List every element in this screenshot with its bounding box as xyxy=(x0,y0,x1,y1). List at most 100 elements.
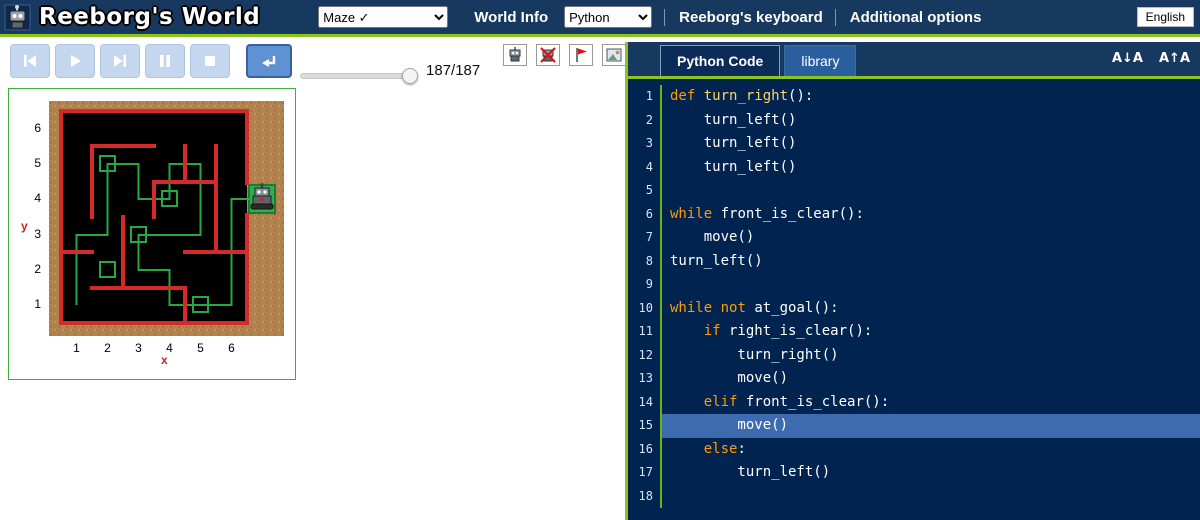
code-line: 13 move() xyxy=(628,367,1200,391)
line-number: 10 xyxy=(638,300,653,315)
code-line: 6 while front_is_clear(): xyxy=(628,202,1200,226)
robot-button[interactable] xyxy=(503,44,527,66)
line-number: 12 xyxy=(638,347,653,362)
code-text: turn_left() xyxy=(660,249,1200,273)
line-number: 9 xyxy=(645,277,653,291)
x-axis-tick: 1 xyxy=(73,341,80,355)
code-line: 12 turn_right() xyxy=(628,343,1200,367)
robot-removed-icon xyxy=(540,47,556,63)
programming-language-select[interactable]: Python xyxy=(564,6,653,28)
header: Reeborg's World Maze ✓ World Info Python… xyxy=(0,0,1200,37)
line-number: 11 xyxy=(638,324,653,338)
flag-button[interactable] xyxy=(569,44,593,66)
reeborg-keyboard-button[interactable]: Reeborg's keyboard xyxy=(664,8,823,26)
code-text: move() xyxy=(660,226,1200,250)
line-number: 4 xyxy=(645,159,653,174)
y-axis-tick: 6 xyxy=(34,120,41,135)
app-title: Reeborg's World xyxy=(39,4,261,30)
line-number: 1 xyxy=(645,89,653,103)
enter-arrow-icon xyxy=(262,56,276,67)
line-number: 18 xyxy=(638,488,653,503)
world-select[interactable]: Maze ✓ xyxy=(318,6,449,28)
world-view-panel: 654321 123456 y x xyxy=(8,88,296,380)
red-flag-icon xyxy=(576,48,587,62)
slider-track[interactable] xyxy=(300,73,418,79)
reeborg-app: Reeborg's World Maze ✓ World Info Python… xyxy=(0,0,1200,520)
y-axis-tick: 1 xyxy=(34,297,41,312)
line-number: 6 xyxy=(645,206,653,221)
stop-button[interactable] xyxy=(190,44,230,78)
line-number: 3 xyxy=(645,136,653,150)
line-number: 7 xyxy=(645,230,653,244)
code-text: turn_left() xyxy=(660,461,1200,485)
line-number: 14 xyxy=(638,394,653,409)
step-enter-button[interactable] xyxy=(246,44,292,78)
code-text: while front_is_clear(): xyxy=(660,202,1200,226)
code-line: 3 turn_left() xyxy=(628,132,1200,156)
code-text: while not at_goal(): xyxy=(660,296,1200,320)
code-area[interactable]: 1 def turn_right(): 2 turn_left() 3 turn_le… xyxy=(628,79,1200,508)
line-number: 5 xyxy=(645,183,653,197)
x-axis-tick: 2 xyxy=(104,341,111,355)
pause-icon xyxy=(160,55,170,67)
line-number: 16 xyxy=(638,441,653,456)
tab-library[interactable]: library xyxy=(784,45,857,76)
image-icon xyxy=(606,48,622,62)
skip-to-end-icon xyxy=(114,55,126,67)
skip-to-start-button[interactable] xyxy=(10,44,50,78)
code-line: 14 elif front_is_clear(): xyxy=(628,390,1200,414)
code-line: 5 xyxy=(628,179,1200,203)
x-axis-tick: 6 xyxy=(228,341,235,355)
x-axis-tick: 3 xyxy=(135,341,142,355)
code-text: move() xyxy=(660,367,1200,391)
y-axis-tick: 3 xyxy=(34,226,41,241)
increase-font-button[interactable]: A↑A xyxy=(1159,51,1190,66)
additional-options-button[interactable]: Additional options xyxy=(834,8,981,26)
tab-python-code[interactable]: Python Code xyxy=(660,45,781,76)
highlighted-code-text: move() xyxy=(660,414,1200,438)
code-text: turn_left() xyxy=(660,132,1200,156)
ui-language-button[interactable]: English xyxy=(1136,7,1194,27)
y-axis-tick: 5 xyxy=(34,155,41,170)
playback-toolbar: 187/187 xyxy=(0,42,626,88)
skip-to-end-button[interactable] xyxy=(100,44,140,78)
code-text: def turn_right(): xyxy=(660,85,1200,109)
skip-to-start-icon xyxy=(24,55,36,67)
robot-icon xyxy=(509,47,521,62)
speed-slider[interactable] xyxy=(300,68,418,84)
code-line: 7 move() xyxy=(628,226,1200,250)
play-button[interactable] xyxy=(55,44,95,78)
code-line: 2 turn_left() xyxy=(628,108,1200,132)
y-axis-name: y xyxy=(21,219,28,233)
font-size-controls: A↓A A↑A xyxy=(1112,51,1190,66)
code-line: 11 if right_is_clear(): xyxy=(628,320,1200,344)
remove-robot-button[interactable] xyxy=(536,44,560,66)
code-line: 4 turn_left() xyxy=(628,155,1200,179)
stop-icon xyxy=(205,56,215,66)
code-text xyxy=(660,484,1200,508)
code-text: turn_right() xyxy=(660,343,1200,367)
y-axis-tick: 4 xyxy=(34,191,41,206)
line-number: 15 xyxy=(638,418,653,432)
code-text xyxy=(660,179,1200,203)
background-image-button[interactable] xyxy=(602,44,626,66)
code-text: elif front_is_clear(): xyxy=(660,390,1200,414)
decrease-font-button[interactable]: A↓A xyxy=(1112,51,1143,66)
pause-button[interactable] xyxy=(145,44,185,78)
code-line: 1 def turn_right(): xyxy=(628,85,1200,109)
code-text: else: xyxy=(660,437,1200,461)
robot-logo-icon xyxy=(4,4,31,30)
slider-thumb[interactable] xyxy=(402,68,418,84)
code-text: if right_is_clear(): xyxy=(660,320,1200,344)
editor-tab-bar: Python Code library A↓A A↑A xyxy=(628,42,1200,79)
world-info-button[interactable]: World Info xyxy=(474,9,548,26)
code-line: 17 turn_left() xyxy=(628,461,1200,485)
line-number: 13 xyxy=(638,371,653,385)
code-line: 15 move() xyxy=(628,414,1200,438)
code-line: 9 xyxy=(628,273,1200,297)
frame-counter: 187/187 xyxy=(426,62,481,79)
line-number: 17 xyxy=(638,465,653,479)
line-number: 8 xyxy=(645,253,653,268)
code-text: turn_left() xyxy=(660,155,1200,179)
code-text: turn_left() xyxy=(660,108,1200,132)
